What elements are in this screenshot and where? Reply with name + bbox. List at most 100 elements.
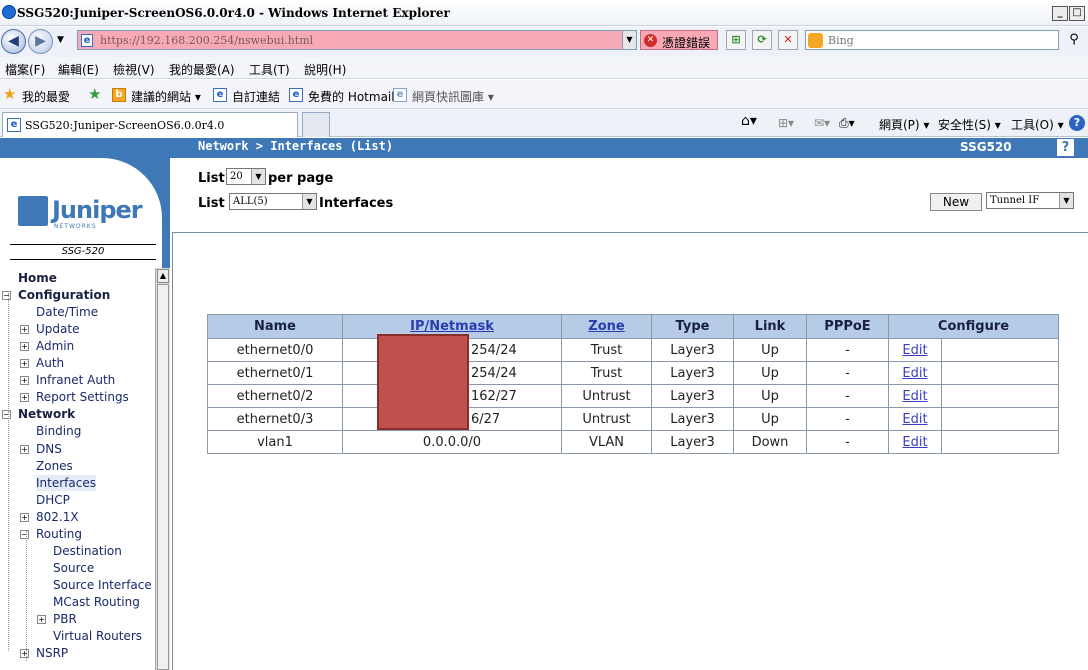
refresh-icon[interactable]: ⟳ [752, 30, 772, 50]
sidebar-item-report-settings[interactable]: Report Settings [36, 389, 129, 405]
expand-icon[interactable]: + [20, 359, 29, 368]
new-button[interactable]: New [930, 193, 982, 211]
sidebar-item-binding[interactable]: Binding [36, 423, 81, 439]
screenos-webui: Juniper NETWORKS SSG-520 Home Configurati… [0, 138, 1088, 670]
mail-icon[interactable]: ✉▾ [814, 116, 830, 130]
edit-link[interactable]: Edit [902, 366, 927, 381]
expand-icon[interactable]: + [20, 445, 29, 454]
chevron-down-icon: ▼ [1059, 193, 1073, 208]
home-icon[interactable]: ⌂▾ [741, 113, 757, 129]
per-page-label: per page [268, 171, 334, 186]
cell-configure: Edit [888, 407, 942, 431]
sidebar-item-dhcp[interactable]: DHCP [36, 492, 70, 508]
fav-custom-links[interactable]: 自訂連結 [232, 88, 280, 105]
page-menu[interactable]: 網頁(P) ▾ [879, 116, 929, 133]
fav-suggested-sites[interactable]: 建議的網站 ▾ [131, 88, 201, 105]
per-page-value: 20 [230, 171, 243, 182]
new-tab-button[interactable] [302, 112, 330, 137]
menu-edit[interactable]: 編輯(E) [58, 61, 99, 78]
sidebar-item-network[interactable]: Network [18, 406, 75, 422]
browser-tab[interactable]: e SSG520:Juniper-ScreenOS6.0.0r4.0 [2, 112, 298, 137]
col-zone[interactable]: Zone [561, 314, 652, 339]
sidebar-scrollbar[interactable]: ▲ [155, 268, 170, 670]
sidebar-item-home[interactable]: Home [18, 270, 57, 286]
scroll-up-icon[interactable]: ▲ [157, 269, 169, 283]
sidebar-item-auth[interactable]: Auth [36, 355, 64, 371]
sidebar-item-mcast-routing[interactable]: MCast Routing [53, 594, 140, 610]
menu-help[interactable]: 說明(H) [304, 61, 346, 78]
menu-favorites[interactable]: 我的最愛(A) [169, 61, 235, 78]
main-panel: List 20 ▼ per page List ALL(5) ▼ Interfa… [170, 158, 1088, 670]
sidebar-item-update[interactable]: Update [36, 321, 79, 337]
cell-zone: Trust [561, 338, 652, 362]
scroll-thumb[interactable] [157, 284, 169, 670]
sidebar-item-date-time[interactable]: Date/Time [36, 304, 98, 320]
tools-menu[interactable]: 工具(O) ▾ [1011, 116, 1064, 133]
sidebar-item-source-interface[interactable]: Source Interface [53, 577, 152, 593]
sidebar-item-routing[interactable]: Routing [36, 526, 82, 542]
sidebar-item-nsrp[interactable]: NSRP [36, 645, 68, 661]
maximize-button[interactable]: □ [1069, 6, 1085, 21]
sidebar-item-infranet-auth[interactable]: Infranet Auth [36, 372, 115, 388]
edit-link[interactable]: Edit [902, 389, 927, 404]
cell-pppoe: - [806, 430, 889, 454]
menu-view[interactable]: 檢視(V) [113, 61, 155, 78]
edit-link[interactable]: Edit [902, 435, 927, 450]
expand-icon[interactable]: + [20, 376, 29, 385]
sidebar-item-destination[interactable]: Destination [53, 543, 122, 559]
search-icon[interactable]: ⚲ [1063, 30, 1085, 50]
collapse-icon[interactable]: − [2, 410, 11, 419]
cell-name: ethernet0/3 [207, 407, 343, 431]
forward-button[interactable]: ▶ [28, 29, 53, 54]
fav-hotmail[interactable]: 免費的 Hotmail [308, 88, 395, 105]
expand-icon[interactable]: + [20, 393, 29, 402]
sidebar-item-virtual-routers[interactable]: Virtual Routers [53, 628, 142, 644]
print-icon[interactable]: ⎙▾ [839, 116, 855, 131]
add-favorite-icon[interactable]: ★ [88, 87, 103, 102]
expand-icon[interactable]: + [37, 615, 46, 624]
search-input[interactable]: Bing [805, 30, 1059, 50]
expand-icon[interactable]: + [20, 649, 29, 658]
menu-file[interactable]: 檔案(F) [5, 61, 45, 78]
cell-link: Down [733, 430, 807, 454]
expand-icon[interactable]: + [20, 513, 29, 522]
per-page-select[interactable]: 20 ▼ [226, 168, 266, 185]
sidebar-item-pbr[interactable]: PBR [53, 611, 77, 627]
sidebar-item-interfaces[interactable]: Interfaces [36, 475, 96, 491]
safety-menu[interactable]: 安全性(S) ▾ [938, 116, 1001, 133]
certificate-error-button[interactable]: ✕ 憑證錯誤 [640, 30, 718, 50]
chevron-down-icon: ▼ [251, 169, 265, 184]
page-header: Network > Interfaces (List) SSG520 ? [170, 138, 1088, 158]
interface-type-select[interactable]: Tunnel IF ▼ [986, 192, 1074, 209]
help-button[interactable]: ? [1057, 139, 1074, 156]
address-bar-row: ◀ ▶ ▼ e https://192.168.200.254/nswebui.… [0, 27, 1088, 57]
back-button[interactable]: ◀ [1, 29, 26, 54]
collapse-icon[interactable]: − [2, 291, 11, 300]
address-dropdown-icon[interactable]: ▼ [622, 31, 636, 49]
menu-tools[interactable]: 工具(T) [249, 61, 290, 78]
edit-link[interactable]: Edit [902, 343, 927, 358]
interface-filter-select[interactable]: ALL(5) ▼ [229, 193, 317, 210]
collapse-icon[interactable]: − [20, 530, 29, 539]
sidebar-item-admin[interactable]: Admin [36, 338, 74, 354]
edit-link[interactable]: Edit [902, 412, 927, 427]
expand-icon[interactable]: + [20, 342, 29, 351]
address-field[interactable]: e https://192.168.200.254/nswebui.html ▼ [77, 30, 637, 50]
compatibility-view-icon[interactable]: ⊞ [726, 30, 746, 50]
fav-web-slice-gallery[interactable]: 網頁快訊圖庫 ▾ [412, 88, 494, 105]
minimize-button[interactable]: _ [1052, 6, 1068, 21]
cell-name: ethernet0/1 [207, 361, 343, 385]
history-dropdown-icon[interactable]: ▼ [57, 35, 64, 45]
stop-icon[interactable]: ✕ [778, 30, 798, 50]
feeds-icon[interactable]: ⊞▾ [778, 116, 794, 130]
sidebar-item-configuration[interactable]: Configuration [18, 287, 110, 303]
help-icon[interactable]: ? [1069, 115, 1085, 131]
expand-icon[interactable]: + [20, 325, 29, 334]
sidebar-item-zones[interactable]: Zones [36, 458, 73, 474]
cell-zone: Trust [561, 361, 652, 385]
sidebar-item-802-1x[interactable]: 802.1X [36, 509, 79, 525]
sidebar-item-source[interactable]: Source [53, 560, 94, 576]
list-label: List [198, 171, 225, 186]
favorites-button[interactable]: 我的最愛 [22, 88, 70, 105]
sidebar-item-dns[interactable]: DNS [36, 441, 62, 457]
